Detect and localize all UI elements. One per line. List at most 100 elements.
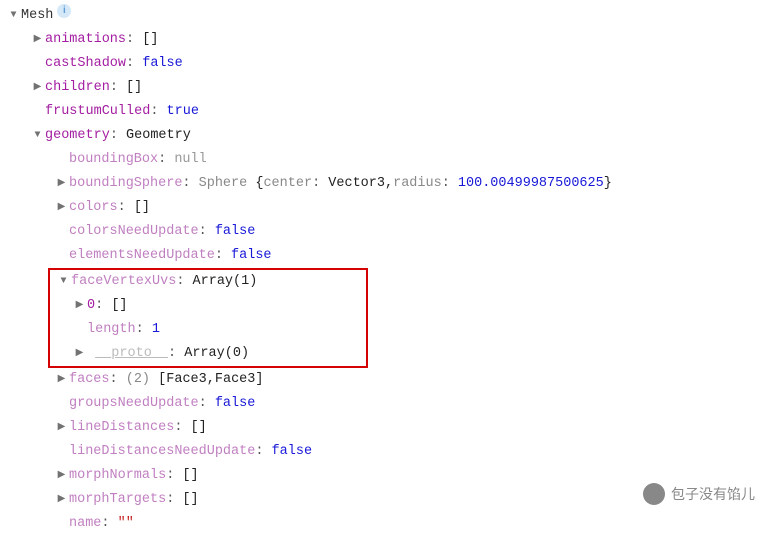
prop-groupsNeedUpdate[interactable]: ▶ groupsNeedUpdate : false	[8, 392, 769, 416]
highlight-faceVertexUvs: ▼ faceVertexUvs : Array(1) ▶ 0 : [] ▶ le…	[48, 268, 368, 368]
colon: :	[118, 196, 134, 220]
prop-key: groupsNeedUpdate	[69, 392, 199, 416]
prop-value: []	[126, 76, 142, 100]
colon: :	[215, 244, 231, 268]
chevron-right-icon: ▶	[74, 294, 85, 318]
prop-key: children	[45, 76, 110, 100]
colon: :	[95, 294, 111, 318]
wechat-icon	[643, 483, 665, 505]
prop-value: 1	[152, 318, 160, 342]
prop-frustumCulled[interactable]: ▶ frustumCulled : true	[8, 100, 769, 124]
spacer-icon: ▶	[32, 100, 43, 124]
spacer-icon: ▶	[56, 220, 67, 244]
prop-key: colors	[69, 196, 118, 220]
prop-faceVertexUvs-length[interactable]: ▶ length : 1	[56, 318, 360, 342]
inline-key: radius	[393, 172, 442, 196]
spacer-icon: ▶	[32, 52, 43, 76]
prop-elementsNeedUpdate[interactable]: ▶ elementsNeedUpdate : false	[8, 244, 769, 268]
prop-colorsNeedUpdate[interactable]: ▶ colorsNeedUpdate : false	[8, 220, 769, 244]
inline-key: center	[263, 172, 312, 196]
chevron-down-icon: ▼	[58, 270, 69, 294]
prop-name[interactable]: ▶ name : ""	[8, 512, 769, 536]
prop-key: animations	[45, 28, 126, 52]
prop-colors[interactable]: ▶ colors : []	[8, 196, 769, 220]
colon: :	[110, 368, 126, 392]
prop-key: faceVertexUvs	[71, 270, 176, 294]
prop-geometry[interactable]: ▼ geometry : Geometry	[8, 124, 769, 148]
prop-value: null	[174, 148, 206, 172]
colon: :	[182, 172, 198, 196]
colon: :	[166, 488, 182, 512]
chevron-down-icon: ▼	[8, 4, 19, 28]
colon: :	[174, 416, 190, 440]
prop-key: lineDistances	[69, 416, 174, 440]
chevron-right-icon: ▶	[56, 464, 67, 488]
colon: :	[166, 464, 182, 488]
prop-animations[interactable]: ▶ animations : []	[8, 28, 769, 52]
prop-key: faces	[69, 368, 110, 392]
spacer-icon: ▶	[56, 244, 67, 268]
prop-value: Array(0)	[184, 342, 249, 366]
brace-open: {	[255, 172, 263, 196]
chevron-right-icon: ▶	[56, 368, 67, 392]
colon: :	[126, 52, 142, 76]
chevron-right-icon: ▶	[56, 416, 67, 440]
prop-key: lineDistancesNeedUpdate	[69, 440, 255, 464]
prop-value: false	[272, 440, 313, 464]
inline-val: 100.00499987500625	[458, 172, 604, 196]
prop-key: name	[69, 512, 101, 536]
colon: :	[126, 28, 142, 52]
colon: :	[199, 392, 215, 416]
prop-castShadow[interactable]: ▶ castShadow : false	[8, 52, 769, 76]
inline-val: Vector3	[328, 172, 385, 196]
prop-key: castShadow	[45, 52, 126, 76]
prop-value: false	[231, 244, 272, 268]
prop-faceVertexUvs-proto[interactable]: ▶ __proto__ : Array(0)	[56, 342, 360, 366]
prop-boundingSphere[interactable]: ▶ boundingSphere : Sphere { center : Vec…	[8, 172, 769, 196]
info-icon[interactable]: i	[57, 4, 71, 18]
prop-value: []	[191, 416, 207, 440]
ctor-name: Sphere	[199, 172, 248, 196]
chevron-right-icon: ▶	[56, 488, 67, 512]
prop-key: length	[87, 318, 136, 342]
colon: :	[110, 124, 126, 148]
prop-value: []	[142, 28, 158, 52]
prop-value: false	[142, 52, 183, 76]
chevron-right-icon: ▶	[74, 342, 85, 366]
prop-key: boundingBox	[69, 148, 158, 172]
chevron-right-icon: ▶	[56, 172, 67, 196]
colon: :	[176, 270, 192, 294]
spacer-icon: ▶	[74, 318, 85, 342]
prop-value: true	[167, 100, 199, 124]
prop-value: Geometry	[126, 124, 191, 148]
colon: :	[199, 220, 215, 244]
prop-boundingBox[interactable]: ▶ boundingBox : null	[8, 148, 769, 172]
brace-close: }	[604, 172, 612, 196]
prop-value: false	[215, 392, 256, 416]
prop-key: __proto__	[95, 342, 168, 366]
prop-faceVertexUvs-0[interactable]: ▶ 0 : []	[56, 294, 360, 318]
prop-key: elementsNeedUpdate	[69, 244, 215, 268]
prop-value: []	[182, 488, 198, 512]
colon: :	[168, 342, 184, 366]
prop-key: 0	[87, 294, 95, 318]
prop-key: colorsNeedUpdate	[69, 220, 199, 244]
prop-children[interactable]: ▶ children : []	[8, 76, 769, 100]
prop-key: morphNormals	[69, 464, 166, 488]
prop-faceVertexUvs[interactable]: ▼ faceVertexUvs : Array(1)	[56, 270, 360, 294]
spacer-icon: ▶	[56, 392, 67, 416]
prop-key: geometry	[45, 124, 110, 148]
prop-lineDistancesNeedUpdate[interactable]: ▶ lineDistancesNeedUpdate : false	[8, 440, 769, 464]
prop-key: boundingSphere	[69, 172, 182, 196]
prop-faces[interactable]: ▶ faces : (2) [ Face3 , Face3 ]	[8, 368, 769, 392]
prop-value: []	[134, 196, 150, 220]
prop-value: Array(1)	[193, 270, 258, 294]
watermark: 包子没有馅儿	[643, 482, 755, 506]
prop-lineDistances[interactable]: ▶ lineDistances : []	[8, 416, 769, 440]
colon: :	[101, 512, 117, 536]
colon: :	[158, 148, 174, 172]
chevron-right-icon: ▶	[32, 76, 43, 100]
tree-root-mesh[interactable]: ▼ Mesh i	[8, 4, 769, 28]
faces-count: (2)	[126, 368, 150, 392]
colon: :	[110, 76, 126, 100]
